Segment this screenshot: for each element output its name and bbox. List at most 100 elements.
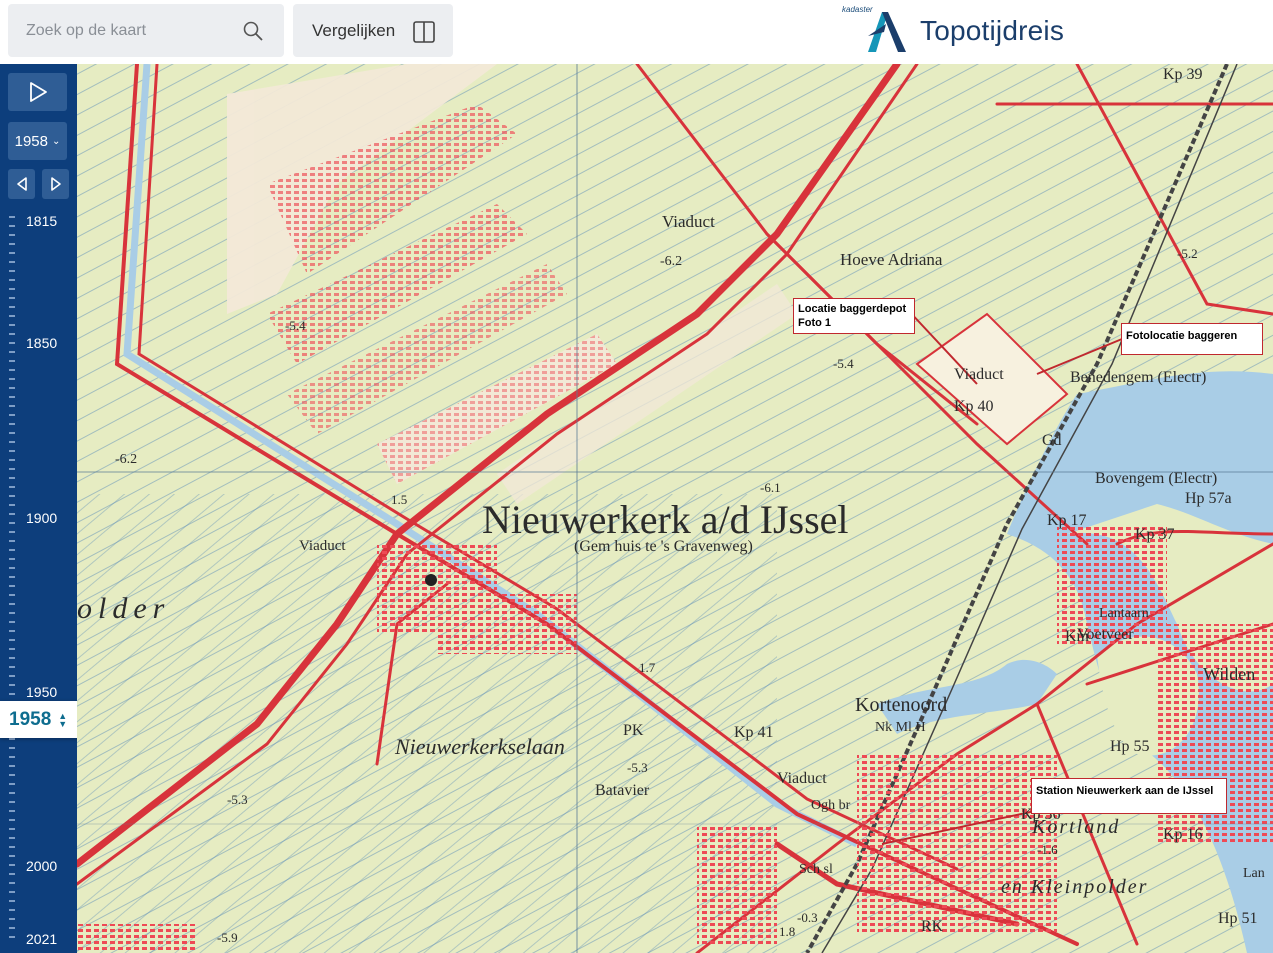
next-year-button[interactable] <box>42 169 69 199</box>
timeline-tick <box>9 423 15 425</box>
timeline-tick <box>9 477 15 479</box>
year-select-value: 1958 <box>14 132 48 150</box>
timeline-tick <box>9 531 15 533</box>
map-label-kleinpolder: en Kleinpolder <box>1001 876 1149 898</box>
timeline-tick <box>9 675 15 677</box>
timeline-tick <box>9 801 15 803</box>
map-label-polder: older <box>77 592 171 625</box>
chevron-down-icon: ⌄ <box>51 135 61 147</box>
map-view[interactable]: Nieuwerkerk a/d IJssel (Gem huis te 's G… <box>77 64 1273 953</box>
map-label-lantaarn: Lantaarn <box>1099 606 1149 621</box>
map-label-rk: RK <box>921 918 944 935</box>
map-label-spot-m: 1.8 <box>779 924 796 939</box>
timeline-tick <box>9 504 15 506</box>
timeline-tick <box>9 828 15 830</box>
timeline-tick <box>9 225 15 227</box>
map-label-spot-f: -5.9 <box>217 930 238 945</box>
search-input[interactable] <box>24 20 238 41</box>
timeline-tick <box>9 819 15 821</box>
timeline-tick <box>9 261 15 263</box>
timeline-tick <box>9 252 15 254</box>
timeline-tick <box>9 342 15 344</box>
map-label-pk: PK <box>623 722 644 739</box>
map-label-town-sub: (Gem huis te 's Gravenweg) <box>574 538 753 555</box>
timeline-tick <box>9 360 15 362</box>
timeline-tick <box>9 783 15 785</box>
timeline-tick <box>9 810 15 812</box>
chevron-right-icon <box>50 177 61 191</box>
play-button[interactable] <box>8 73 67 111</box>
timeline-tick <box>9 927 15 929</box>
timeline-label-1900: 1900 <box>26 510 58 526</box>
timeline-label-2021: 2021 <box>26 931 58 947</box>
timeline-tick <box>9 918 15 920</box>
compare-label: Vergelijken <box>312 20 396 40</box>
top-bar: Vergelijken kadaster Topotijdreis <box>0 0 1273 64</box>
callout-station: Station Nieuwerkerk aan de IJssel <box>1031 778 1227 814</box>
map-label-town: Nieuwerkerk a/d IJssel <box>482 497 849 542</box>
timeline-tick <box>9 738 15 740</box>
timeline-tick <box>9 513 15 515</box>
map-label-hp51: Hp 51 <box>1218 910 1258 927</box>
play-icon <box>29 82 47 102</box>
map-label-spot-i: -1.6 <box>1037 842 1058 857</box>
brand-logo[interactable]: kadaster Topotijdreis <box>840 4 1100 58</box>
timeline-tick <box>9 549 15 551</box>
map-label-spot-k: 1.7 <box>639 660 656 675</box>
timeline-tick <box>9 846 15 848</box>
timeline-tick <box>9 855 15 857</box>
year-select[interactable]: 1958 ⌄ <box>8 122 67 160</box>
map-label-viaduct-4: Viaduct <box>777 770 827 787</box>
timeline-tick <box>9 909 15 911</box>
callout-fotolocatie: Fotolocatie baggeren <box>1121 323 1263 355</box>
map-label-wilden: Wilden <box>1203 664 1256 684</box>
timeline-tick <box>9 621 15 623</box>
timeline-tick <box>9 351 15 353</box>
map-label-nk: Nk Ml H <box>875 720 926 735</box>
map-label-kp39: Kp 39 <box>1163 66 1203 83</box>
timeline-tick <box>9 315 15 317</box>
current-year-handle[interactable]: 1958 ▲ ▼ <box>0 701 86 738</box>
map-label-kp37: Kp 37 <box>1135 526 1175 543</box>
map-label-hoeve: Hoeve Adriana <box>840 250 943 269</box>
compare-button[interactable]: Vergelijken <box>293 4 453 57</box>
timeline-tick <box>9 900 15 902</box>
timeline-tick <box>9 234 15 236</box>
search-box[interactable] <box>8 4 284 57</box>
timeline-tick <box>9 306 15 308</box>
timeline-label-1815: 1815 <box>26 213 58 229</box>
timeline-tick <box>9 441 15 443</box>
split-view-icon <box>413 21 435 43</box>
timeline-tick <box>9 522 15 524</box>
map-label-spot-j: 1.5 <box>391 492 408 507</box>
callout-station-text: Station Nieuwerkerk aan de IJssel <box>1036 785 1214 797</box>
map-label-benedengem: Benedengem (Electr) <box>1070 369 1207 386</box>
timeline-tick <box>9 270 15 272</box>
timeline-tick <box>9 216 15 218</box>
timeline-tick <box>9 459 15 461</box>
timeline-tick <box>9 594 15 596</box>
timeline-tick <box>9 432 15 434</box>
timeline-tick <box>9 378 15 380</box>
timeline-sidebar: 1958 ⌄ 1815 1850 1900 1950 2000 2021 <box>0 64 77 953</box>
map-label-spot-b: -6.2 <box>115 452 138 467</box>
map-label-spot-n: -5.3 <box>627 760 648 775</box>
timeline-tick <box>9 612 15 614</box>
timeline-tick <box>9 774 15 776</box>
search-icon[interactable] <box>242 20 264 42</box>
timeline-tick <box>9 693 15 695</box>
timeline-tick <box>9 279 15 281</box>
timeline-tick <box>9 558 15 560</box>
timeline-tick <box>9 630 15 632</box>
previous-year-button[interactable] <box>8 169 35 199</box>
timeline-tick <box>9 288 15 290</box>
timeline-label-1950: 1950 <box>26 684 58 700</box>
timeline-label-2000: 2000 <box>26 858 58 874</box>
timeline-tick <box>9 873 15 875</box>
map-label-spot-c: -5.4 <box>285 318 306 333</box>
timeline-tick <box>9 666 15 668</box>
map-label-hp57: Hp 57a <box>1185 490 1232 507</box>
timeline-tick <box>9 882 15 884</box>
callout-baggerdepot-line2: Foto 1 <box>798 317 831 329</box>
timeline-tick <box>9 297 15 299</box>
